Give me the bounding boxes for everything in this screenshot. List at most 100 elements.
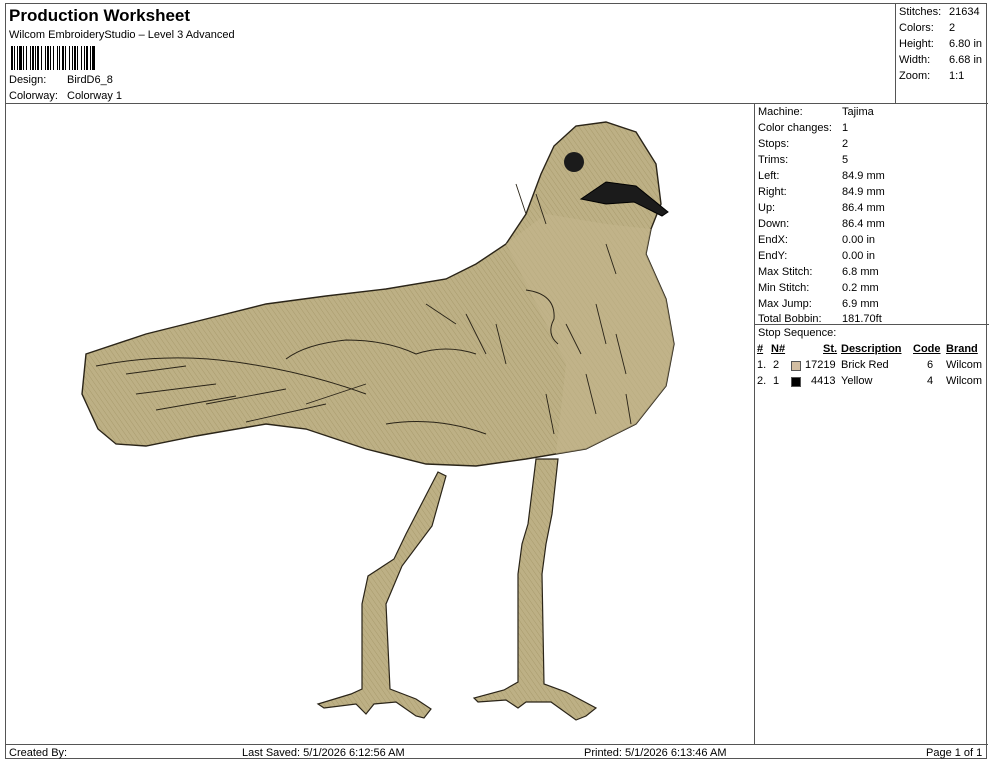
color-swatch xyxy=(791,377,801,387)
barcode-bar xyxy=(11,46,13,70)
info-label: Right: xyxy=(758,186,787,198)
barcode-bar xyxy=(62,46,64,70)
last-saved: Last Saved: 5/1/2026 6:12:56 AM xyxy=(242,747,405,759)
barcode-bar xyxy=(74,46,76,70)
colorway-value: Colorway 1 xyxy=(67,90,123,102)
stat-value: 6.80 in xyxy=(949,38,983,50)
col-header-code: Code xyxy=(913,343,941,355)
barcode-bar xyxy=(86,46,88,70)
info-value: 86.4 mm xyxy=(842,202,885,214)
stat-value: 1:1 xyxy=(949,70,965,82)
col-header-n: N# xyxy=(771,343,786,355)
barcode-bar xyxy=(17,46,18,70)
info-value: 0.00 in xyxy=(842,234,876,246)
row-stitches: 17219 xyxy=(805,359,836,371)
barcode-bar xyxy=(26,46,27,70)
info-row: Max Stitch: 6.8 mm xyxy=(758,266,879,282)
bird-embroidery-icon xyxy=(81,121,675,721)
info-label: Up: xyxy=(758,202,776,214)
worksheet-footer: Created By: Last Saved: 5/1/2026 6:12:56… xyxy=(6,744,988,760)
info-value: Tajima xyxy=(842,106,874,118)
worksheet-page: Production Worksheet Wilcom EmbroiderySt… xyxy=(5,3,989,760)
info-row: Max Jump: 6.9 mm xyxy=(758,298,879,314)
info-row: Stops: 2 xyxy=(758,138,848,154)
info-value: 6.9 mm xyxy=(842,298,879,310)
info-label: Max Stitch: xyxy=(758,266,813,278)
row-description: Yellow xyxy=(841,375,873,387)
info-label: EndY: xyxy=(758,250,788,262)
design-value: BirdD6_8 xyxy=(67,74,113,86)
colorway-row: Colorway: Colorway 1 xyxy=(9,90,122,102)
info-label: EndX: xyxy=(758,234,788,246)
info-label: Max Jump: xyxy=(758,298,812,310)
barcode-bar xyxy=(90,46,91,70)
stop-sequence-title: Stop Sequence: xyxy=(758,327,837,339)
col-header-description: Description xyxy=(841,343,902,355)
barcode-bar xyxy=(41,46,42,70)
info-row: EndX: 0.00 in xyxy=(758,234,875,250)
info-row: Left: 84.9 mm xyxy=(758,170,885,186)
info-row: Min Stitch: 0.2 mm xyxy=(758,282,879,298)
page-title: Production Worksheet xyxy=(9,6,191,25)
stat-label: Stitches: xyxy=(899,6,942,18)
info-value: 86.4 mm xyxy=(842,218,885,230)
info-row: Machine: Tajima xyxy=(758,106,874,122)
row-code: 4 xyxy=(927,375,934,387)
row-stitches: 4413 xyxy=(811,375,836,387)
info-row: Down: 86.4 mm xyxy=(758,218,885,234)
info-row: Up: 86.4 mm xyxy=(758,202,885,218)
barcode-bar xyxy=(37,46,39,70)
colorway-label: Colorway: xyxy=(9,90,58,102)
stat-label: Width: xyxy=(899,54,931,66)
barcode-bar xyxy=(53,46,54,70)
row-brand: Wilcom xyxy=(946,375,983,387)
barcode-bar xyxy=(45,46,46,70)
barcode-bar xyxy=(47,46,49,70)
machine-info-panel: Machine: Tajima Color changes: 1 Stops: 2 T… xyxy=(754,104,989,744)
info-label: Left: xyxy=(758,170,780,182)
stat-label: Height: xyxy=(899,38,934,50)
info-value: 0.2 mm xyxy=(842,282,879,294)
stat-zoom: Zoom: 1:1 xyxy=(899,70,987,82)
barcode-bar xyxy=(14,46,15,70)
info-row: Trims: 5 xyxy=(758,154,848,170)
col-header-brand: Brand xyxy=(946,343,978,355)
info-value: 84.9 mm xyxy=(842,170,885,182)
stats-panel: Stitches: 21634 Colors: 2 Height: 6.80 in W… xyxy=(895,4,988,104)
software-subtitle: Wilcom EmbroideryStudio – Level 3 Advanc… xyxy=(9,29,235,41)
row-description: Brick Red xyxy=(841,359,889,371)
info-label: Down: xyxy=(758,218,790,230)
col-header-num: # xyxy=(757,343,764,355)
created-by: Created By: xyxy=(9,747,68,759)
stat-value: 6.68 in xyxy=(949,54,983,66)
barcode-bar xyxy=(81,46,82,70)
worksheet-header: Production Worksheet Wilcom EmbroiderySt… xyxy=(6,4,896,104)
barcode-bar xyxy=(65,46,66,70)
barcode-bar xyxy=(57,46,58,70)
barcode-bar xyxy=(32,46,34,70)
info-value: 2 xyxy=(842,138,849,150)
barcode-bar xyxy=(69,46,70,70)
row-code: 6 xyxy=(927,359,934,371)
barcode-bar xyxy=(84,46,85,70)
info-value: 6.8 mm xyxy=(842,266,879,278)
stat-value: 21634 xyxy=(949,6,980,18)
row-brand: Wilcom xyxy=(946,359,983,371)
info-label: Machine: xyxy=(758,106,803,118)
row-num: 2. xyxy=(757,375,767,387)
info-row: Color changes: 1 xyxy=(758,122,848,138)
info-row: EndY: 0.00 in xyxy=(758,250,875,266)
page-number: Page 1 of 1 xyxy=(926,747,983,759)
info-value: 1 xyxy=(842,122,849,134)
divider xyxy=(755,324,989,325)
stat-colors: Colors: 2 xyxy=(899,22,987,34)
barcode-bar xyxy=(50,46,51,70)
barcode-bar xyxy=(59,46,60,70)
stat-height: Height: 6.80 in xyxy=(899,38,987,50)
barcode-bar xyxy=(92,46,95,70)
design-row: Design: BirdD6_8 xyxy=(9,74,113,86)
info-label: Trims: xyxy=(758,154,789,166)
printed-date: Printed: 5/1/2026 6:13:46 AM xyxy=(584,747,727,759)
barcode-bar xyxy=(35,46,36,70)
barcode-bar xyxy=(72,46,73,70)
